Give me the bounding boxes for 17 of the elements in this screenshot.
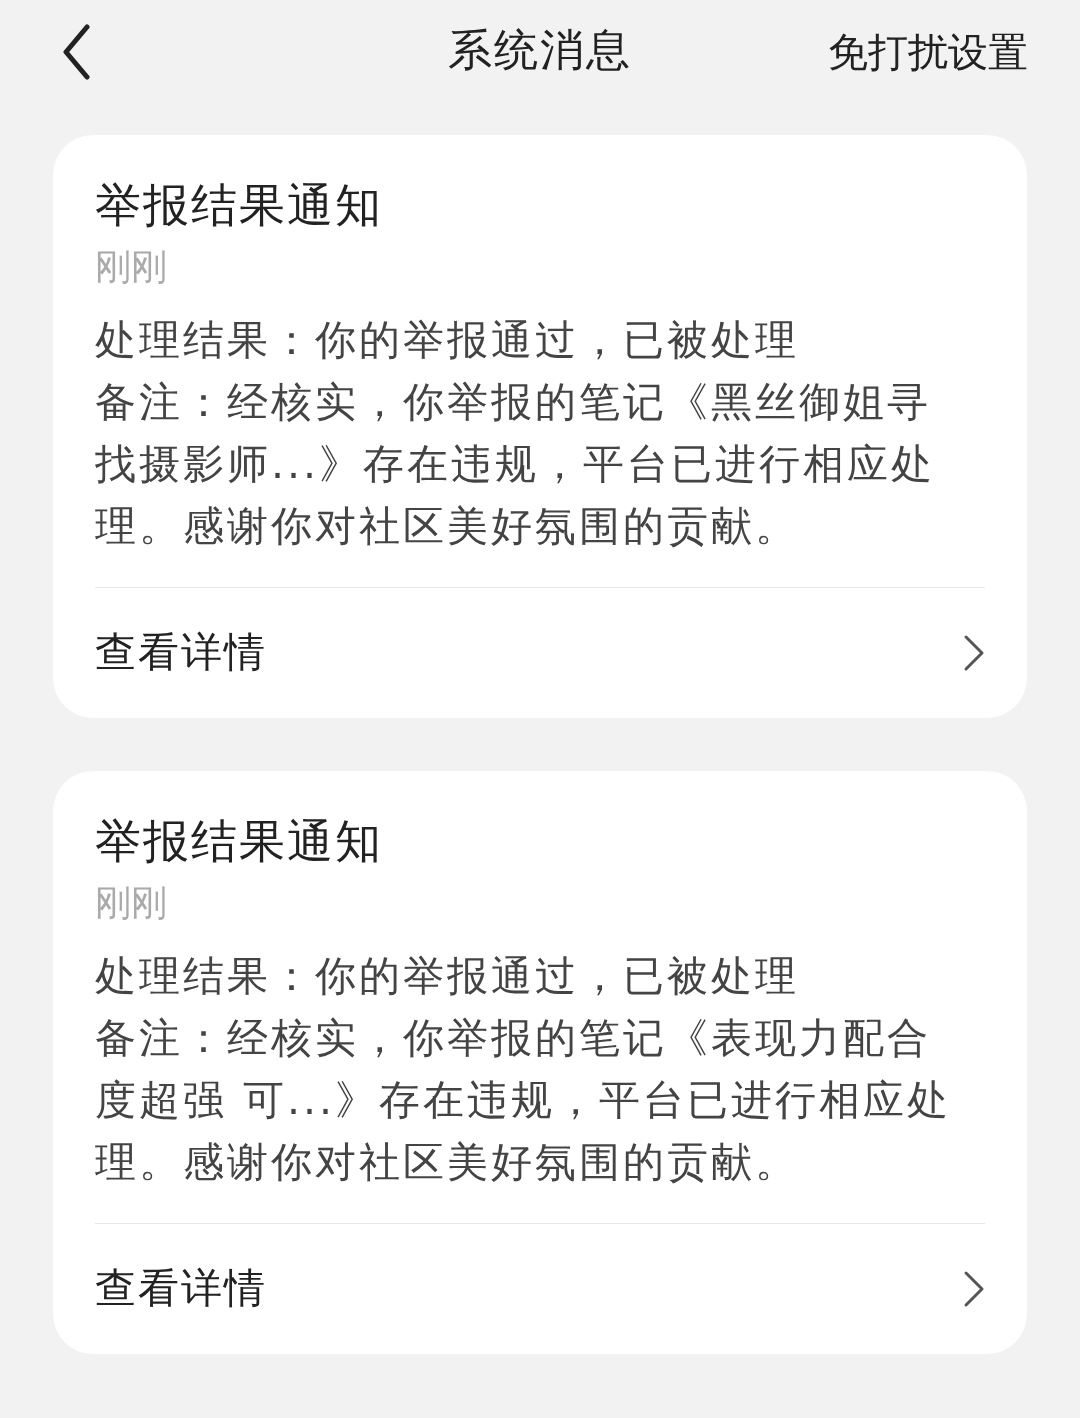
view-details-link[interactable]: 查看详情: [95, 588, 985, 718]
message-note: 备注：经核实，你举报的笔记《黑丝御姐寻找摄影师...》存在违规，平台已进行相应处理。感谢你对社区美好氛围的贡献。: [95, 377, 937, 552]
view-details-label: 查看详情: [95, 627, 267, 679]
message-result: 处理结果：你的举报通过，已被处理: [95, 315, 800, 366]
message-result: 处理结果：你的举报通过，已被处理: [95, 951, 800, 1002]
view-details-link[interactable]: 查看详情: [95, 1224, 985, 1354]
message-time: 刚刚: [95, 881, 168, 925]
page-title: 系统消息: [448, 23, 632, 77]
message-title: 举报结果通知: [95, 813, 384, 870]
view-details-label: 查看详情: [95, 1263, 267, 1315]
chevron-right-icon: [963, 634, 985, 672]
do-not-disturb-settings-link[interactable]: 免打扰设置: [828, 22, 1028, 82]
message-time: 刚刚: [95, 245, 168, 289]
message-note: 备注：经核实，你举报的笔记《表现力配合度超强 可...》存在违规，平台已进行相应处理。感谢你对社区美好氛围的贡献。: [95, 1013, 953, 1188]
chevron-right-icon: [963, 1270, 985, 1308]
back-icon: [61, 24, 91, 80]
message-title: 举报结果通知: [95, 177, 384, 234]
